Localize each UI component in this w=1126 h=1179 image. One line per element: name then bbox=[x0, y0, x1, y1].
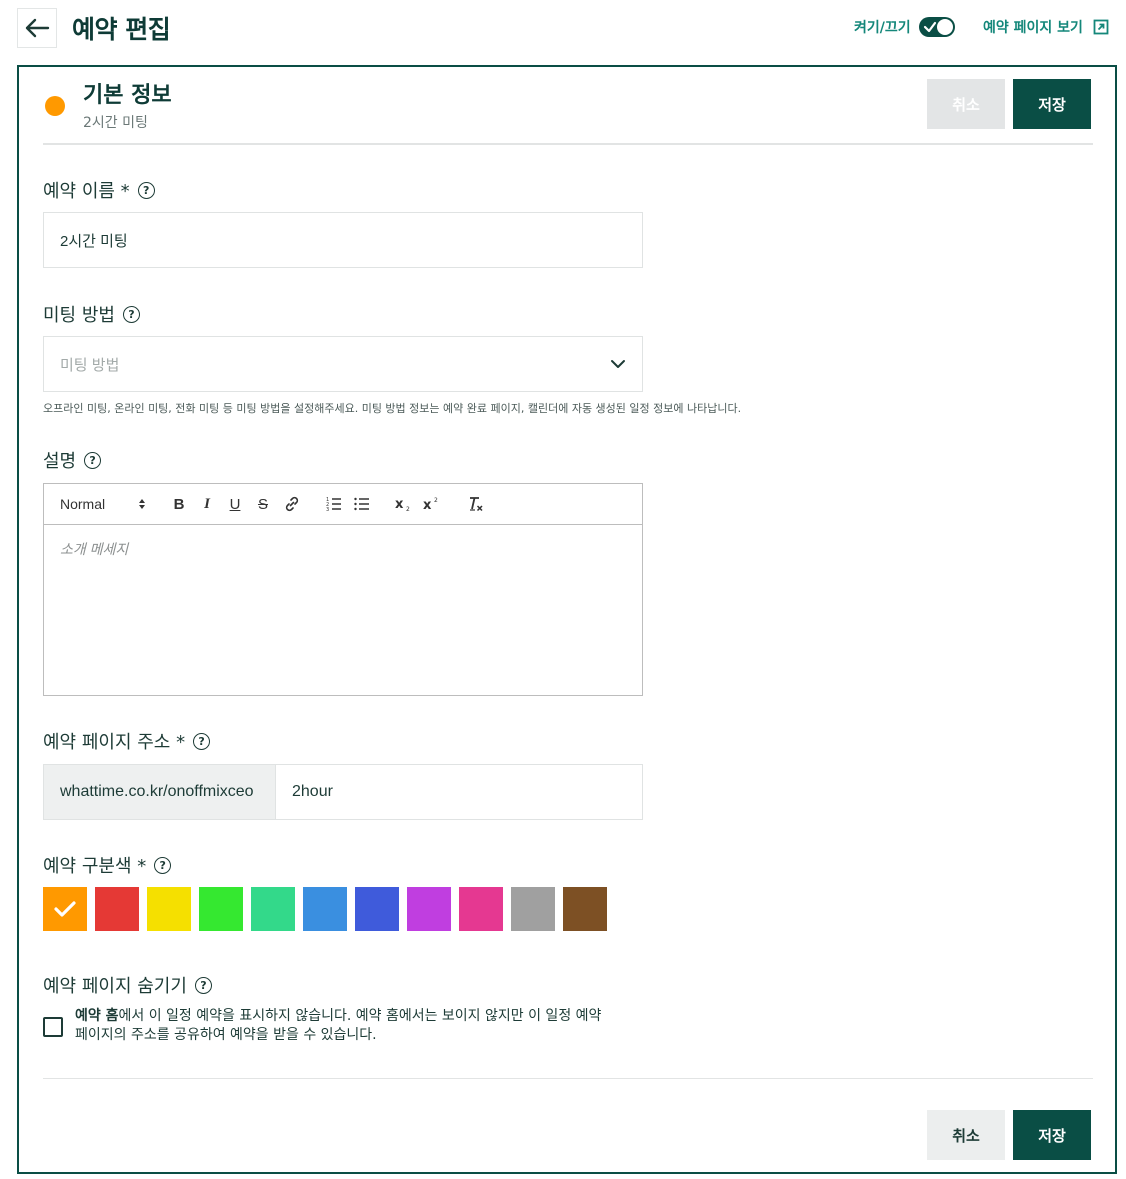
help-icon[interactable]: ? bbox=[122, 305, 140, 323]
back-button[interactable] bbox=[17, 8, 57, 48]
format-select[interactable]: Normal bbox=[60, 494, 146, 514]
save-button[interactable]: 저장 bbox=[1013, 1110, 1091, 1160]
hide-text-line2: 페이지의 주소를 공유하여 예약을 받을 수 있습니다. bbox=[75, 1027, 377, 1043]
booking-name-label: 예약 이름 * ? bbox=[43, 177, 155, 203]
toggle-knob bbox=[936, 19, 953, 35]
meeting-method-select[interactable]: 미팅 방법 bbox=[43, 336, 643, 392]
chevron-down-icon bbox=[611, 360, 625, 368]
hide-text-line1: 에서 이 일정 예약을 표시하지 않습니다. 예약 홈에서는 보이지 않지만 이… bbox=[118, 1008, 602, 1024]
color-swatches bbox=[43, 887, 607, 931]
cancel-button[interactable]: 취소 bbox=[927, 1110, 1005, 1160]
check-icon bbox=[923, 21, 936, 33]
meeting-method-label-text: 미팅 방법 bbox=[43, 305, 115, 326]
color-swatch[interactable] bbox=[303, 887, 347, 931]
svg-text:2: 2 bbox=[406, 506, 410, 512]
publish-toggle-group: 켜기/끄기 bbox=[854, 17, 955, 37]
updown-arrows-icon bbox=[139, 499, 145, 509]
footer-divider bbox=[43, 1078, 1093, 1079]
superscript-icon[interactable]: x2 bbox=[422, 494, 442, 514]
url-slug-input[interactable]: 2hour bbox=[275, 764, 643, 820]
italic-icon[interactable]: I bbox=[198, 494, 216, 514]
publish-toggle[interactable] bbox=[918, 17, 955, 37]
view-booking-page-label: 예약 페이지 보기 bbox=[983, 20, 1083, 36]
color-swatch[interactable] bbox=[147, 887, 191, 931]
meeting-method-hint: 오프라인 미팅, 온라인 미팅, 전화 미팅 등 미팅 방법을 설정해주세요. … bbox=[43, 402, 742, 415]
booking-home-text: 예약 홈 bbox=[75, 1008, 119, 1024]
underline-icon[interactable]: U bbox=[226, 494, 244, 514]
url-prefix: whattime.co.kr/onoffmixceo bbox=[43, 764, 276, 820]
page-title: 예약 편집 bbox=[72, 15, 171, 44]
booking-url-label: 예약 페이지 주소 * ? bbox=[43, 728, 211, 754]
description-label: 설명 ? bbox=[43, 447, 102, 473]
booking-name-label-text: 예약 이름 * bbox=[43, 181, 130, 202]
svg-text:x: x bbox=[423, 498, 432, 512]
color-swatch[interactable] bbox=[95, 887, 139, 931]
check-icon bbox=[54, 901, 76, 917]
clear-format-icon[interactable] bbox=[466, 494, 486, 514]
color-swatch[interactable] bbox=[511, 887, 555, 931]
booking-edit-panel: 기본 정보 2시간 미팅 취소 저장 예약 이름 * ? 2시간 미팅 미팅 방… bbox=[17, 65, 1117, 1174]
hide-page-row: 예약 홈에서 이 일정 예약을 표시하지 않습니다. 예약 홈에서는 보이지 않… bbox=[43, 1007, 643, 1045]
svg-text:x: x bbox=[395, 497, 404, 512]
help-icon[interactable]: ? bbox=[137, 181, 155, 199]
description-editor: Normal B I U S 123 x2 x2 소개 메세지 bbox=[43, 483, 643, 696]
description-label-text: 설명 bbox=[43, 451, 77, 472]
meeting-method-placeholder: 미팅 방법 bbox=[60, 356, 120, 374]
strikethrough-icon[interactable]: S bbox=[254, 494, 272, 514]
status-dot bbox=[45, 96, 65, 116]
help-icon[interactable]: ? bbox=[194, 976, 212, 994]
booking-color-label: 예약 구분색 * ? bbox=[43, 852, 172, 878]
color-swatch[interactable] bbox=[407, 887, 451, 931]
svg-text:2: 2 bbox=[434, 497, 438, 504]
link-icon[interactable] bbox=[282, 494, 302, 514]
ordered-list-icon[interactable]: 123 bbox=[324, 494, 344, 514]
editor-toolbar: Normal B I U S 123 x2 x2 bbox=[44, 484, 642, 525]
bullet-list-icon[interactable] bbox=[352, 494, 372, 514]
hide-page-label: 예약 페이지 숨기기 ? bbox=[43, 972, 212, 998]
booking-url-label-text: 예약 페이지 주소 * bbox=[43, 732, 186, 753]
toggle-label: 켜기/끄기 bbox=[854, 20, 911, 36]
hide-page-description: 예약 홈에서 이 일정 예약을 표시하지 않습니다. 예약 홈에서는 보이지 않… bbox=[75, 1007, 601, 1045]
save-button-top[interactable]: 저장 bbox=[1013, 79, 1091, 129]
booking-color-label-text: 예약 구분색 * bbox=[43, 856, 147, 877]
color-swatch[interactable] bbox=[563, 887, 607, 931]
color-swatch[interactable] bbox=[43, 887, 87, 931]
hide-page-label-text: 예약 페이지 숨기기 bbox=[43, 976, 187, 997]
bold-icon[interactable]: B bbox=[170, 494, 188, 514]
external-link-icon bbox=[1093, 19, 1109, 35]
meeting-method-label: 미팅 방법 ? bbox=[43, 301, 140, 327]
hide-page-checkbox[interactable] bbox=[43, 1017, 63, 1037]
top-bar: 예약 편집 켜기/끄기 예약 페이지 보기 bbox=[0, 0, 1126, 60]
section-subtitle: 2시간 미팅 bbox=[83, 115, 148, 131]
description-textarea[interactable]: 소개 메세지 bbox=[44, 525, 642, 573]
svg-text:3: 3 bbox=[326, 507, 329, 511]
help-icon[interactable]: ? bbox=[193, 732, 211, 750]
subscript-icon[interactable]: x2 bbox=[394, 494, 414, 514]
format-select-value: Normal bbox=[60, 496, 106, 512]
color-swatch[interactable] bbox=[355, 887, 399, 931]
view-booking-page-link[interactable]: 예약 페이지 보기 bbox=[983, 17, 1109, 37]
help-icon[interactable]: ? bbox=[84, 451, 102, 469]
color-swatch[interactable] bbox=[459, 887, 503, 931]
booking-name-input[interactable]: 2시간 미팅 bbox=[43, 212, 643, 268]
help-icon[interactable]: ? bbox=[154, 856, 172, 874]
color-swatch[interactable] bbox=[199, 887, 243, 931]
color-swatch[interactable] bbox=[251, 887, 295, 931]
cancel-button-top[interactable]: 취소 bbox=[927, 79, 1005, 129]
arrow-left-icon bbox=[25, 18, 50, 38]
section-title: 기본 정보 bbox=[83, 83, 172, 108]
